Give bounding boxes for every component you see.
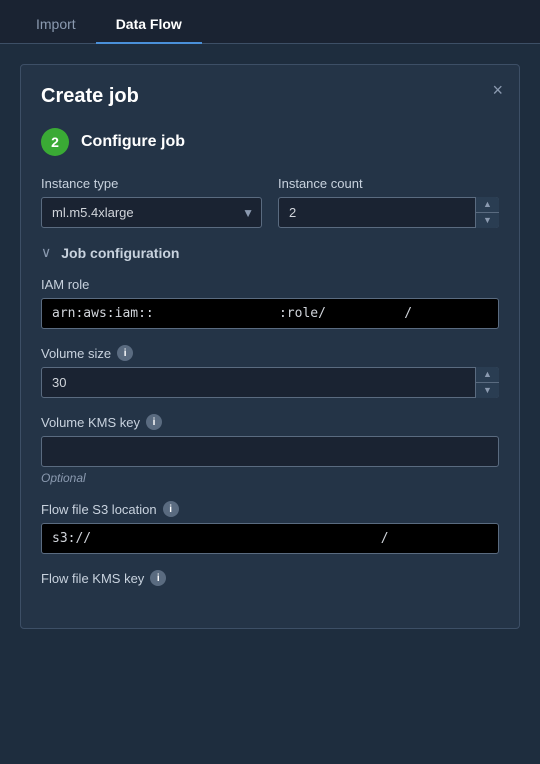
flow-s3-input[interactable]: [41, 523, 499, 554]
instance-count-spinner: ▲ ▼: [278, 197, 499, 228]
iam-role-label: IAM role: [41, 277, 499, 292]
tab-data-flow[interactable]: Data Flow: [96, 6, 202, 44]
step-title: Configure job: [81, 133, 185, 151]
spinner-up-button[interactable]: ▲: [476, 197, 499, 213]
close-button[interactable]: ×: [492, 81, 503, 99]
volume-kms-group: Volume KMS key i Optional: [41, 414, 499, 485]
volume-kms-input[interactable]: [41, 436, 499, 467]
create-job-card: Create job × 2 Configure job Instance ty…: [20, 64, 520, 629]
flow-kms-info-icon: i: [150, 570, 166, 586]
job-config-label: Job configuration: [61, 245, 179, 261]
instance-type-select-wrapper: ml.m5.4xlarge ml.m5.xlarge ml.m5.2xlarge…: [41, 197, 262, 228]
instance-count-label: Instance count: [278, 176, 499, 191]
instance-type-label: Instance type: [41, 176, 262, 191]
tab-import[interactable]: Import: [16, 6, 96, 44]
instance-count-input[interactable]: [278, 197, 499, 228]
volume-spinner-buttons: ▲ ▼: [475, 367, 499, 398]
volume-kms-info-icon: i: [146, 414, 162, 430]
chevron-down-icon: ∨: [41, 244, 51, 261]
iam-role-group: IAM role: [41, 277, 499, 329]
main-content: Create job × 2 Configure job Instance ty…: [0, 44, 540, 764]
volume-size-label: Volume size i: [41, 345, 499, 361]
spinner-buttons: ▲ ▼: [475, 197, 499, 228]
card-title: Create job: [41, 85, 499, 108]
instance-type-group: Instance type ml.m5.4xlarge ml.m5.xlarge…: [41, 176, 262, 228]
volume-spinner-up-button[interactable]: ▲: [476, 367, 499, 383]
instance-type-select[interactable]: ml.m5.4xlarge ml.m5.xlarge ml.m5.2xlarge…: [41, 197, 262, 228]
volume-size-input[interactable]: [41, 367, 499, 398]
volume-size-group: Volume size i ▲ ▼: [41, 345, 499, 398]
step-badge: 2: [41, 128, 69, 156]
volume-spinner-down-button[interactable]: ▼: [476, 383, 499, 398]
flow-kms-group: Flow file KMS key i: [41, 570, 499, 592]
tab-bar: Import Data Flow: [0, 0, 540, 44]
volume-kms-label: Volume KMS key i: [41, 414, 499, 430]
flow-s3-label: Flow file S3 location i: [41, 501, 499, 517]
volume-size-spinner: ▲ ▼: [41, 367, 499, 398]
volume-size-info-icon: i: [117, 345, 133, 361]
iam-role-input[interactable]: [41, 298, 499, 329]
flow-s3-group: Flow file S3 location i: [41, 501, 499, 554]
optional-label: Optional: [41, 471, 499, 485]
step-header: 2 Configure job: [41, 128, 499, 156]
instance-row: Instance type ml.m5.4xlarge ml.m5.xlarge…: [41, 176, 499, 228]
instance-count-group: Instance count ▲ ▼: [278, 176, 499, 228]
flow-kms-label: Flow file KMS key i: [41, 570, 499, 586]
spinner-down-button[interactable]: ▼: [476, 213, 499, 228]
flow-s3-info-icon: i: [163, 501, 179, 517]
job-config-section[interactable]: ∨ Job configuration: [41, 244, 499, 261]
